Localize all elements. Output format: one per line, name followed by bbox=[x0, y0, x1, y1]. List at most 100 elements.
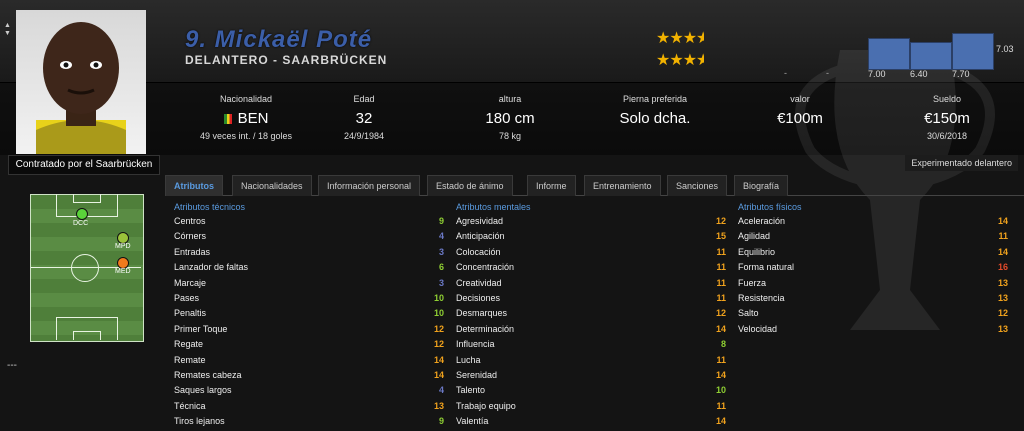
attribute-name: Colocación bbox=[456, 246, 501, 257]
attribute-name: Velocidad bbox=[738, 323, 778, 334]
attribute-name: Forma natural bbox=[738, 262, 795, 273]
attribute-row[interactable]: Regate 12 bbox=[174, 339, 444, 354]
scroll-arrows[interactable]: ▲ ▼ bbox=[4, 22, 11, 38]
tab-entrenamiento[interactable]: Entrenamiento bbox=[584, 175, 661, 196]
attribute-row[interactable]: Fuerza 13 bbox=[738, 278, 1008, 293]
attribute-value: 14 bbox=[715, 416, 726, 427]
attribute-value: 14 bbox=[715, 369, 726, 380]
attribute-row[interactable]: Lucha 11 bbox=[456, 355, 726, 370]
attribute-row[interactable]: Influencia 8 bbox=[456, 339, 726, 354]
attribute-name: Salto bbox=[738, 308, 759, 319]
attribute-row[interactable]: Desmarques 12 bbox=[456, 308, 726, 323]
center-circle bbox=[71, 254, 99, 282]
tab-bar: Atributos Nacionalidades Información per… bbox=[165, 173, 1024, 196]
tab-informe[interactable]: Informe bbox=[527, 175, 576, 196]
top-goal-box bbox=[73, 194, 101, 203]
attribute-row[interactable]: Valentía 14 bbox=[456, 416, 726, 431]
attribute-row[interactable]: Técnica 13 bbox=[174, 401, 444, 416]
attribute-value: 12 bbox=[715, 308, 726, 319]
star-icon: ★ bbox=[669, 30, 683, 47]
attribute-value: 13 bbox=[997, 323, 1008, 334]
star-icon: ★ bbox=[669, 52, 683, 69]
attribute-row[interactable]: Resistencia 13 bbox=[738, 293, 1008, 308]
attribute-row[interactable]: Trabajo equipo 11 bbox=[456, 401, 726, 416]
attribute-name: Técnica bbox=[174, 400, 206, 411]
tab-nacionalidades[interactable]: Nacionalidades bbox=[232, 175, 312, 196]
attribute-row[interactable]: Córners 4 bbox=[174, 231, 444, 246]
attribute-value: 11 bbox=[716, 262, 726, 273]
attribute-row[interactable]: Remates cabeza 14 bbox=[174, 370, 444, 385]
attribute-value: 4 bbox=[438, 385, 444, 396]
attribute-value: 6 bbox=[438, 262, 444, 273]
extra-info-dashes: --- bbox=[7, 360, 17, 371]
attribute-value: 16 bbox=[997, 262, 1008, 273]
attribute-row[interactable]: Entradas 3 bbox=[174, 247, 444, 262]
attribute-row[interactable]: Saques largos 4 bbox=[174, 385, 444, 400]
tab-biografia[interactable]: Biografía bbox=[734, 175, 789, 196]
scroll-down-icon[interactable]: ▼ bbox=[4, 30, 11, 38]
attribute-name: Agilidad bbox=[738, 231, 771, 242]
tab-atributos[interactable]: Atributos bbox=[165, 175, 223, 196]
attribute-name: Tiros lejanos bbox=[174, 416, 225, 427]
info-wage: Sueldo €150m 30/6/2018 bbox=[912, 94, 982, 141]
info-value: 32 bbox=[355, 110, 373, 127]
attribute-row[interactable]: Creatividad 11 bbox=[456, 278, 726, 293]
attribute-row[interactable]: Remate 14 bbox=[174, 355, 444, 370]
info-sub: 78 kg bbox=[498, 131, 522, 141]
info-title: Sueldo bbox=[932, 94, 962, 104]
attribute-name: Decisiones bbox=[456, 292, 501, 303]
attribute-name: Saques largos bbox=[174, 385, 232, 396]
attribute-value: 11 bbox=[998, 231, 1008, 242]
attribute-value: 11 bbox=[716, 400, 726, 411]
attribute-name: Remate bbox=[174, 354, 206, 365]
attribute-row[interactable]: Marcaje 3 bbox=[174, 278, 444, 293]
tab-sanciones[interactable]: Sanciones bbox=[667, 175, 728, 196]
attribute-name: Aceleración bbox=[738, 216, 786, 226]
attribute-row[interactable]: Determinación 14 bbox=[456, 324, 726, 339]
form-value: 7.00 bbox=[868, 69, 886, 79]
attribute-row[interactable]: Forma natural 16 bbox=[738, 262, 1008, 277]
section-title: Atributos mentales bbox=[456, 202, 531, 212]
attribute-row[interactable]: Decisiones 11 bbox=[456, 293, 726, 308]
player-role: DELANTERO - SAARBRÜCKEN bbox=[185, 53, 388, 67]
attribute-row[interactable]: Concentración 11 bbox=[456, 262, 726, 277]
attribute-row[interactable]: Serenidad 14 bbox=[456, 370, 726, 385]
technical-attributes: Atributos técnicos Centros 9 Córners 4 Entra… bbox=[174, 202, 444, 431]
attribute-value: 10 bbox=[433, 292, 444, 303]
attribute-row[interactable]: Agresividad 12 bbox=[456, 216, 726, 231]
tab-estado-de-animo[interactable]: Estado de ánimo bbox=[427, 175, 513, 196]
info-value: Solo dcha. bbox=[619, 110, 691, 127]
attribute-value: 12 bbox=[433, 339, 444, 350]
scroll-up-icon[interactable]: ▲ bbox=[4, 22, 11, 30]
attribute-row[interactable]: Equilibrio 14 bbox=[738, 247, 1008, 262]
attribute-name: Córners bbox=[174, 231, 207, 242]
attribute-name: Regate bbox=[174, 339, 204, 350]
attribute-row[interactable]: Velocidad 13 bbox=[738, 324, 1008, 339]
star-icon: ★ bbox=[682, 52, 697, 69]
attribute-row[interactable]: Colocación 11 bbox=[456, 247, 726, 262]
nationality-code: BEN bbox=[237, 110, 269, 127]
attribute-value: 4 bbox=[438, 231, 444, 242]
attribute-row[interactable]: Penaltis 10 bbox=[174, 308, 444, 323]
star-icon: ★ bbox=[656, 30, 670, 47]
attribute-name: Anticipación bbox=[456, 231, 505, 242]
attribute-row[interactable]: Tiros lejanos 9 bbox=[174, 416, 444, 431]
attribute-row[interactable]: Aceleración 14 bbox=[738, 216, 1008, 231]
info-sub: 24/9/1984 bbox=[343, 131, 385, 141]
attribute-row[interactable]: Agilidad 11 bbox=[738, 231, 1008, 246]
attribute-row[interactable]: Anticipación 15 bbox=[456, 231, 726, 246]
attribute-name: Talento bbox=[456, 385, 486, 396]
attribute-row[interactable]: Pases 10 bbox=[174, 293, 444, 308]
attribute-row[interactable]: Centros 9 bbox=[174, 216, 444, 231]
tab-informacion-personal[interactable]: Información personal bbox=[318, 175, 421, 196]
player-portrait-icon bbox=[36, 22, 126, 154]
attribute-row[interactable]: Talento 10 bbox=[456, 385, 726, 400]
hired-by-caption: Contratado por el Saarbrücken bbox=[8, 155, 160, 175]
attribute-row[interactable]: Lanzador de faltas 6 bbox=[174, 262, 444, 277]
mental-attributes: Atributos mentales Agresividad 12 Anticipa… bbox=[456, 202, 726, 431]
attribute-row[interactable]: Primer Toque 12 bbox=[174, 324, 444, 339]
attribute-value: 14 bbox=[997, 246, 1008, 257]
attribute-value: 3 bbox=[438, 277, 444, 288]
attribute-row[interactable]: Salto 12 bbox=[738, 308, 1008, 323]
attribute-name: Valentía bbox=[456, 416, 489, 427]
